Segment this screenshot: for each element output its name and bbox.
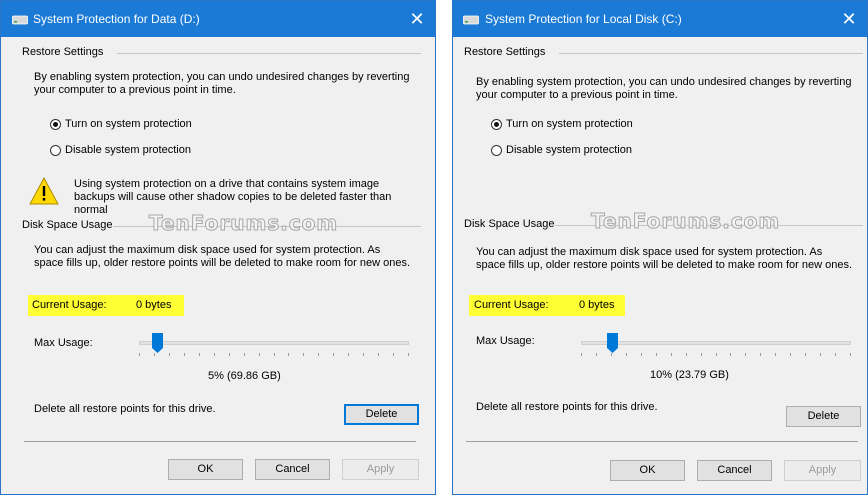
slider-tick — [686, 353, 687, 356]
max-usage-value: 5% (69.86 GB) — [208, 370, 281, 382]
slider-tick — [199, 353, 200, 356]
slider-tick — [730, 353, 731, 356]
turn-on-protection-label[interactable]: Turn on system protection — [506, 118, 633, 130]
current-usage-label: Current Usage: — [32, 299, 107, 311]
watermark: TenForums.com — [148, 211, 339, 236]
disable-protection-radio[interactable] — [491, 145, 502, 156]
title-bar[interactable]: System Protection for Local Disk (C:) ✕ — [453, 1, 867, 37]
slider-tick — [363, 353, 364, 356]
slider-tick — [169, 353, 170, 356]
drive-icon — [463, 15, 479, 25]
max-usage-slider[interactable] — [139, 331, 409, 359]
delete-restore-points-text: Delete all restore points for this drive… — [476, 401, 658, 413]
footer-separator — [466, 441, 858, 442]
slider-tick — [641, 353, 642, 356]
max-usage-slider[interactable] — [581, 331, 851, 359]
slider-tick — [760, 353, 761, 356]
slider-tick — [745, 353, 746, 356]
slider-tick — [333, 353, 334, 356]
delete-restore-points-text: Delete all restore points for this drive… — [34, 403, 216, 415]
disable-protection-radio[interactable] — [50, 145, 61, 156]
close-button[interactable]: ✕ — [399, 1, 435, 37]
disk-space-usage-label: Disk Space Usage — [464, 218, 555, 230]
dialog-title: System Protection for Local Disk (C:) — [485, 12, 682, 26]
slider-tick — [596, 353, 597, 356]
slider-tick — [274, 353, 275, 356]
delete-button[interactable]: Delete — [786, 406, 861, 427]
disable-protection-label[interactable]: Disable system protection — [506, 144, 632, 156]
turn-on-protection-radio[interactable] — [491, 119, 502, 130]
slider-tick — [611, 353, 612, 356]
slider-tick — [408, 353, 409, 356]
slider-tick — [581, 353, 582, 356]
restore-settings-label: Restore Settings — [22, 46, 104, 58]
slider-tick — [775, 353, 776, 356]
slider-tick — [348, 353, 349, 356]
intro-text: By enabling system protection, you can u… — [34, 71, 410, 96]
slider-tick — [259, 353, 260, 356]
slider-tick — [393, 353, 394, 356]
slider-tick — [303, 353, 304, 356]
slider-tick — [850, 353, 851, 356]
slider-tick — [139, 353, 140, 356]
slider-tick — [701, 353, 702, 356]
slider-tick — [229, 353, 230, 356]
slider-tick — [656, 353, 657, 356]
dialog-title: System Protection for Data (D:) — [33, 12, 200, 26]
disk-space-text: You can adjust the maximum disk space us… — [476, 246, 853, 271]
slider-tick — [805, 353, 806, 356]
slider-tick — [790, 353, 791, 356]
slider-tick — [835, 353, 836, 356]
cancel-button[interactable]: Cancel — [697, 460, 772, 481]
turn-on-protection-label[interactable]: Turn on system protection — [65, 118, 192, 130]
drive-icon — [12, 15, 28, 25]
slider-tick — [184, 353, 185, 356]
apply-button[interactable]: Apply — [784, 460, 861, 481]
title-bar[interactable]: System Protection for Data (D:) ✕ — [1, 1, 435, 37]
max-usage-label: Max Usage: — [476, 335, 535, 347]
delete-button[interactable]: Delete — [344, 404, 419, 425]
disable-protection-label[interactable]: Disable system protection — [65, 144, 191, 156]
slider-tick — [214, 353, 215, 356]
slider-tick — [820, 353, 821, 356]
restore-settings-label: Restore Settings — [464, 46, 546, 58]
current-usage-value: 0 bytes — [136, 299, 172, 311]
slider-track[interactable] — [139, 341, 409, 345]
slider-thumb[interactable] — [152, 333, 163, 353]
disk-space-text: You can adjust the maximum disk space us… — [34, 244, 411, 269]
watermark: TenForums.com — [590, 209, 781, 234]
system-protection-dialog-local-disk: System Protection for Local Disk (C:) ✕ … — [452, 0, 868, 495]
ok-button[interactable]: OK — [168, 459, 243, 480]
apply-button[interactable]: Apply — [342, 459, 419, 480]
restore-settings-divider — [559, 53, 863, 54]
warning-icon — [29, 177, 59, 205]
slider-thumb[interactable] — [607, 333, 618, 353]
current-usage-label: Current Usage: — [474, 299, 549, 311]
max-usage-value: 10% (23.79 GB) — [650, 369, 729, 381]
footer-separator — [24, 441, 416, 442]
close-button[interactable]: ✕ — [831, 1, 867, 37]
intro-text: By enabling system protection, you can u… — [476, 76, 852, 101]
slider-tick — [671, 353, 672, 356]
slider-tick — [244, 353, 245, 356]
cancel-button[interactable]: Cancel — [255, 459, 330, 480]
restore-settings-divider — [117, 53, 421, 54]
disk-space-usage-label: Disk Space Usage — [22, 219, 113, 231]
slider-track[interactable] — [581, 341, 851, 345]
slider-tick — [716, 353, 717, 356]
slider-tick — [378, 353, 379, 356]
slider-tick — [318, 353, 319, 356]
ok-button[interactable]: OK — [610, 460, 685, 481]
slider-tick — [154, 353, 155, 356]
current-usage-value: 0 bytes — [579, 299, 615, 311]
max-usage-label: Max Usage: — [34, 337, 93, 349]
slider-tick — [288, 353, 289, 356]
system-protection-dialog-data: System Protection for Data (D:) ✕ Restor… — [0, 0, 436, 495]
slider-tick — [626, 353, 627, 356]
turn-on-protection-radio[interactable] — [50, 119, 61, 130]
